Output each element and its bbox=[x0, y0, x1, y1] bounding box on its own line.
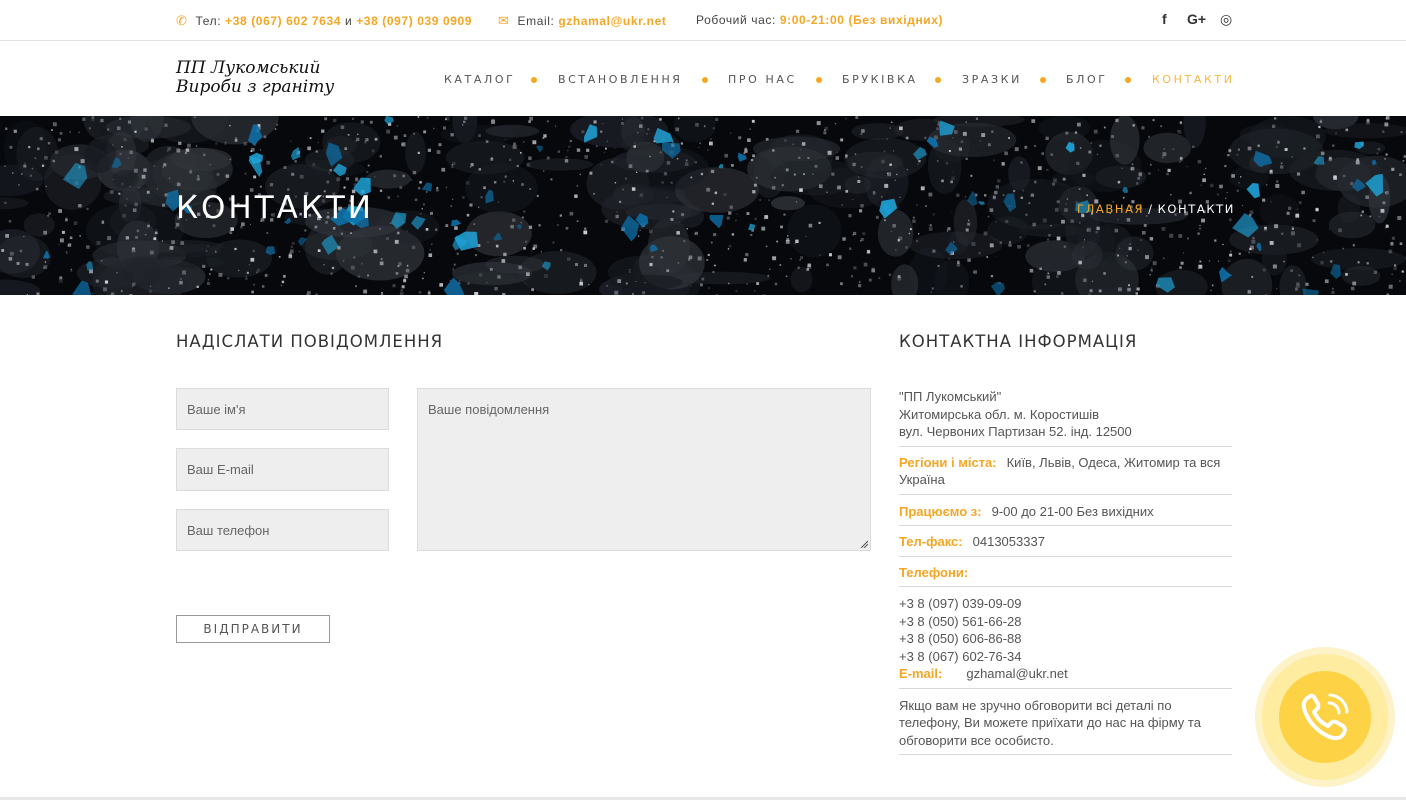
top-hours-info: Робочий час: 9:00-21:00 (Без вихідних) bbox=[696, 13, 943, 27]
message-textarea[interactable]: Ваше повідомлення bbox=[417, 388, 871, 551]
address-line-1: Житомирська обл. м. Коростишів bbox=[899, 406, 1100, 422]
page-banner: КОНТАКТИ ГЛАВНАЯ / КОНТАКТИ bbox=[0, 116, 1406, 295]
phone-item[interactable]: +3 8 (050) 561-66-28 bbox=[899, 613, 1232, 631]
email-info-value[interactable]: gzhamal@ukr.net bbox=[966, 666, 1067, 681]
phone-item[interactable]: +3 8 (050) 606-86-88 bbox=[899, 630, 1232, 648]
address-line-2: вул. Червоних Партизан 52. інд. 12500 bbox=[899, 424, 1132, 439]
email-info-label: E-mail: bbox=[899, 666, 943, 681]
phone-label: Тел: bbox=[195, 14, 222, 28]
email-label: Email: bbox=[517, 14, 555, 28]
phone-link-1[interactable]: +38 (067) 602 7634 bbox=[225, 14, 341, 28]
company-name: "ПП Лукомський" bbox=[899, 389, 1002, 404]
top-phone-info: ✆ Тел: +38 (067) 602 7634 и +38 (097) 039… bbox=[176, 13, 472, 29]
breadcrumb: ГЛАВНАЯ / КОНТАКТИ bbox=[1077, 202, 1235, 216]
phone-link-2[interactable]: +38 (097) 039 0909 bbox=[356, 14, 472, 28]
main-header: ПП Лукомський Вироби з граніту КАТАЛОГ В… bbox=[0, 41, 1406, 116]
hours-label: Робочий час: bbox=[696, 13, 776, 27]
fax-row: Тел-факс: 0413053337 bbox=[899, 531, 1232, 557]
nav-item-blog[interactable]: БЛОГ bbox=[1066, 73, 1108, 86]
top-bar: ✆ Тел: +38 (067) 602 7634 и +38 (097) 039… bbox=[0, 0, 1406, 41]
regions-row: Регіони і міста: Київ, Львів, Одеса, Жито… bbox=[899, 452, 1232, 495]
nav-separator-dot bbox=[816, 77, 822, 83]
address-block: "ПП Лукомський" Житомирська обл. м. Коро… bbox=[899, 388, 1232, 447]
page-title: КОНТАКТИ bbox=[176, 190, 374, 226]
fax-label: Тел-факс: bbox=[899, 534, 963, 549]
phone-item[interactable]: +3 8 (097) 039-09-09 bbox=[899, 595, 1232, 613]
fax-value[interactable]: 0413053337 bbox=[973, 534, 1045, 549]
submit-button[interactable]: ВІДПРАВИТИ bbox=[176, 615, 330, 643]
top-email-info: ✉ Email: gzhamal@ukr.net bbox=[498, 13, 666, 29]
phone-join: и bbox=[344, 14, 353, 28]
work-hours-row: Працюємо з: 9-00 до 21-00 Без вихідних bbox=[899, 500, 1232, 526]
phone-item[interactable]: +3 8 (067) 602-76-34 bbox=[899, 648, 1232, 666]
nav-separator-dot bbox=[531, 77, 537, 83]
email-input[interactable]: Ваш E-mail bbox=[176, 448, 389, 491]
hours-value: 9:00-21:00 (Без вихідних) bbox=[779, 13, 944, 27]
form-title: НАДІСЛАТИ ПОВІДОМЛЕННЯ bbox=[176, 332, 444, 351]
nav-item-about[interactable]: ПРО НАС bbox=[728, 73, 797, 86]
email-link[interactable]: gzhamal@ukr.net bbox=[558, 14, 666, 28]
phones-label: Телефони: bbox=[899, 564, 969, 580]
phone-ringing-icon bbox=[1301, 693, 1349, 741]
contact-info-title: КОНТАКТНА ІНФОРМАЦІЯ bbox=[899, 332, 1138, 351]
facebook-icon[interactable]: f bbox=[1162, 11, 1167, 27]
breadcrumb-current: КОНТАКТИ bbox=[1157, 202, 1235, 216]
breadcrumb-home-link[interactable]: ГЛАВНАЯ bbox=[1077, 202, 1144, 216]
name-input[interactable]: Ваше ім'я bbox=[176, 388, 389, 430]
nav-separator-dot bbox=[1040, 77, 1046, 83]
envelope-icon: ✉ bbox=[498, 13, 510, 28]
regions-label: Регіони і міста: bbox=[899, 454, 997, 470]
nav-separator-dot bbox=[935, 77, 941, 83]
work-hours-value: 9-00 до 21-00 Без вихідних bbox=[991, 503, 1154, 519]
nav-separator-dot bbox=[702, 77, 708, 83]
contact-info-list: "ПП Лукомський" Житомирська обл. м. Коро… bbox=[899, 388, 1232, 760]
nav-item-samples[interactable]: ЗРАЗКИ bbox=[962, 73, 1022, 86]
main-nav: КАТАЛОГ ВСТАНОВЛЕННЯ ПРО НАС БРУКІВКА ЗР… bbox=[0, 73, 1406, 89]
phones-list: +3 8 (097) 039-09-09 +3 8 (050) 561-66-2… bbox=[899, 592, 1232, 665]
nav-item-catalog[interactable]: КАТАЛОГ bbox=[444, 73, 515, 86]
nav-item-contacts[interactable]: КОНТАКТИ bbox=[1152, 73, 1235, 86]
visit-note: Якщо вам не зручно обговорити всі деталі… bbox=[899, 694, 1232, 755]
nav-item-paving[interactable]: БРУКІВКА bbox=[842, 73, 918, 86]
phone-icon: ✆ bbox=[176, 13, 188, 28]
nav-separator-dot bbox=[1125, 77, 1131, 83]
breadcrumb-separator: / bbox=[1148, 202, 1154, 216]
work-hours-label: Працюємо з: bbox=[899, 503, 982, 519]
call-button[interactable] bbox=[1279, 671, 1371, 763]
phone-input[interactable]: Ваш телефон bbox=[176, 509, 389, 551]
instagram-icon[interactable]: ◎ bbox=[1220, 11, 1232, 28]
email-row: E-mail: gzhamal@ukr.net bbox=[899, 665, 1232, 689]
nav-item-installation[interactable]: ВСТАНОВЛЕННЯ bbox=[558, 73, 683, 86]
resize-handle-icon[interactable] bbox=[860, 540, 868, 548]
google-plus-icon[interactable]: G+ bbox=[1187, 11, 1206, 27]
message-placeholder: Ваше повідомлення bbox=[428, 402, 550, 417]
phones-header-row: Телефони: bbox=[899, 562, 1232, 587]
